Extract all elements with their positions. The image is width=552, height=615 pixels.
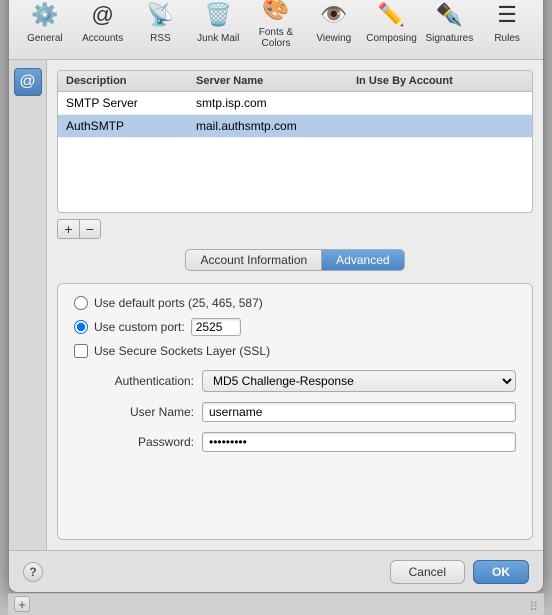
cancel-button[interactable]: Cancel bbox=[390, 560, 465, 584]
toolbar-label-accounts: Accounts bbox=[82, 33, 123, 44]
authentication-label: Authentication: bbox=[74, 374, 194, 388]
radio-row-custom-port: Use custom port: bbox=[74, 318, 516, 336]
password-row: Password: bbox=[74, 432, 516, 452]
bottom-buttons: Cancel OK bbox=[390, 560, 529, 584]
viewing-icon: 👁️ bbox=[318, 0, 350, 31]
cell-inuse-1 bbox=[348, 117, 532, 135]
cell-description-0: SMTP Server bbox=[58, 94, 188, 112]
username-input[interactable] bbox=[202, 402, 516, 422]
col-header-in-use: In Use By Account bbox=[348, 73, 532, 89]
bottom-bar: ? Cancel OK bbox=[9, 550, 543, 592]
table-controls: + − bbox=[57, 219, 533, 239]
segmented-control: Account Information Advanced bbox=[185, 249, 404, 271]
toolbar-label-general: General bbox=[27, 33, 63, 44]
col-header-description: Description bbox=[58, 73, 188, 89]
username-label: User Name: bbox=[74, 405, 194, 419]
toolbar-item-general[interactable]: ⚙️ General bbox=[17, 0, 73, 48]
toolbar-item-signatures[interactable]: ✒️ Signatures bbox=[421, 0, 477, 48]
ssl-checkbox[interactable] bbox=[74, 344, 88, 358]
radio-default-ports-label: Use default ports (25, 465, 587) bbox=[94, 296, 263, 310]
rules-icon: ☰ bbox=[491, 0, 523, 31]
radio-default-ports[interactable] bbox=[74, 296, 88, 310]
ssl-row: Use Secure Sockets Layer (SSL) bbox=[74, 344, 516, 358]
cell-server-0: smtp.isp.com bbox=[188, 94, 348, 112]
tab-account-information[interactable]: Account Information bbox=[186, 250, 322, 270]
toolbar-label-fonts-colors: Fonts & Colors bbox=[250, 27, 302, 49]
radio-custom-port[interactable] bbox=[74, 320, 88, 334]
content-area: @ Description Server Name In Use By Acco… bbox=[9, 60, 543, 550]
help-button[interactable]: ? bbox=[23, 562, 43, 582]
resize-handle[interactable]: ⠿ bbox=[529, 600, 538, 614]
password-label: Password: bbox=[74, 435, 194, 449]
toolbar-item-fonts-colors[interactable]: 🎨 Fonts & Colors bbox=[248, 0, 304, 53]
username-row: User Name: bbox=[74, 402, 516, 422]
table-row[interactable]: AuthSMTP mail.authsmtp.com bbox=[58, 115, 532, 138]
toolbar-item-rss[interactable]: 📡 RSS bbox=[133, 0, 189, 48]
ok-button[interactable]: OK bbox=[473, 560, 529, 584]
server-table: Description Server Name In Use By Accoun… bbox=[57, 70, 533, 213]
toolbar-label-signatures: Signatures bbox=[425, 33, 473, 44]
tab-container: Account Information Advanced bbox=[57, 249, 533, 271]
table-row[interactable]: SMTP Server smtp.isp.com bbox=[58, 92, 532, 115]
toolbar-label-rules: Rules bbox=[494, 33, 520, 44]
authentication-select[interactable]: MD5 Challenge-Response Password Kerberos… bbox=[202, 370, 516, 392]
signatures-icon: ✒️ bbox=[433, 0, 465, 31]
tab-advanced[interactable]: Advanced bbox=[322, 250, 403, 270]
general-icon: ⚙️ bbox=[29, 0, 61, 31]
toolbar-label-viewing: Viewing bbox=[316, 33, 351, 44]
advanced-settings-panel: Use default ports (25, 465, 587) Use cus… bbox=[57, 283, 533, 540]
ssl-label: Use Secure Sockets Layer (SSL) bbox=[94, 344, 270, 358]
sidebar: @ bbox=[9, 60, 47, 550]
sidebar-account-icon[interactable]: @ bbox=[14, 68, 42, 96]
password-input[interactable] bbox=[202, 432, 516, 452]
toolbar-item-composing[interactable]: ✏️ Composing bbox=[364, 0, 420, 48]
main-area: Description Server Name In Use By Accoun… bbox=[47, 60, 543, 550]
junk-mail-icon: 🗑️ bbox=[202, 0, 234, 31]
toolbar-label-composing: Composing bbox=[366, 33, 417, 44]
toolbar: ⚙️ General @ Accounts 📡 RSS 🗑️ Junk Mail… bbox=[9, 0, 543, 60]
fonts-colors-icon: 🎨 bbox=[260, 0, 292, 25]
add-account-button[interactable]: + bbox=[14, 596, 30, 612]
outer-bottom-bar: + ⠿ bbox=[8, 593, 544, 615]
cell-inuse-0 bbox=[348, 94, 532, 112]
toolbar-label-rss: RSS bbox=[150, 33, 171, 44]
authentication-row: Authentication: MD5 Challenge-Response P… bbox=[74, 370, 516, 392]
toolbar-label-junk-mail: Junk Mail bbox=[197, 33, 239, 44]
radio-custom-port-label: Use custom port: bbox=[94, 320, 185, 334]
accounts-icon: @ bbox=[87, 0, 119, 31]
table-body: SMTP Server smtp.isp.com AuthSMTP mail.a… bbox=[58, 92, 532, 212]
cell-server-1: mail.authsmtp.com bbox=[188, 117, 348, 135]
toolbar-item-junk-mail[interactable]: 🗑️ Junk Mail bbox=[190, 0, 246, 48]
radio-row-default-ports: Use default ports (25, 465, 587) bbox=[74, 296, 516, 310]
custom-port-input[interactable] bbox=[191, 318, 241, 336]
add-server-button[interactable]: + bbox=[57, 219, 79, 239]
cell-description-1: AuthSMTP bbox=[58, 117, 188, 135]
rss-icon: 📡 bbox=[144, 0, 176, 31]
remove-server-button[interactable]: − bbox=[79, 219, 101, 239]
toolbar-item-accounts[interactable]: @ Accounts bbox=[75, 0, 131, 48]
table-header: Description Server Name In Use By Accoun… bbox=[58, 71, 532, 92]
composing-icon: ✏️ bbox=[376, 0, 408, 31]
col-header-server-name: Server Name bbox=[188, 73, 348, 89]
toolbar-item-rules[interactable]: ☰ Rules bbox=[479, 0, 535, 48]
toolbar-item-viewing[interactable]: 👁️ Viewing bbox=[306, 0, 362, 48]
